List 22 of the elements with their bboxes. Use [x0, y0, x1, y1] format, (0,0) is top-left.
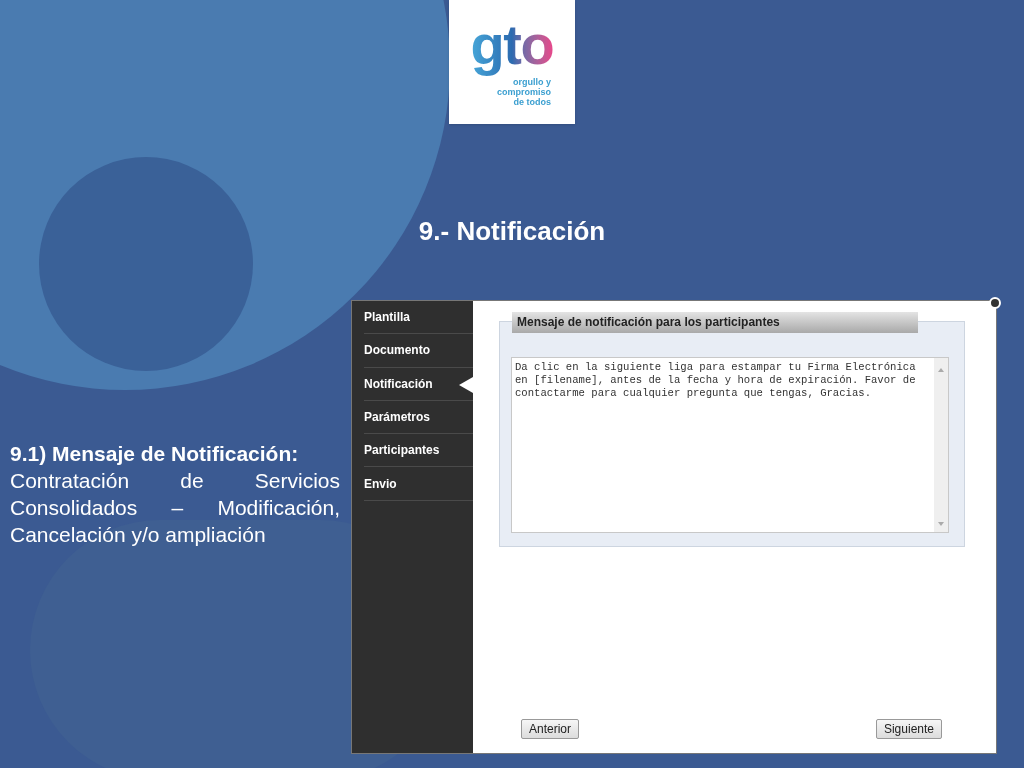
sidebar-item[interactable]: Documento: [364, 334, 473, 368]
message-field[interactable]: Da clic en la siguiente liga para estampar tu Firma Electrónica en [filename], antes de la fecha y hora de expiración. Favor de contactarme para cualquier pregunta que tengas, Gracias.: [511, 357, 949, 533]
slide-title: 9.- Notificación: [418, 215, 606, 248]
caption-text: Contratación de Servicios Consolidados – Modificación, Cancelación y/o ampliación: [10, 468, 340, 548]
sidebar-item[interactable]: Envio: [364, 467, 473, 501]
sidebar-item[interactable]: Notificación: [364, 367, 473, 401]
sidebar-item[interactable]: Parámetros: [364, 400, 473, 435]
close-icon[interactable]: [989, 297, 1001, 309]
logo-tagline: orgullo y: [513, 77, 551, 87]
nav-button[interactable]: Siguiente: [875, 719, 942, 739]
logo-tagline: de todos: [513, 97, 551, 107]
scrollbar[interactable]: [934, 358, 948, 532]
scroll-up-icon[interactable]: [938, 368, 944, 372]
caption-heading: 9.1) Mensaje de Notificación:: [10, 441, 300, 467]
scroll-down-icon[interactable]: [938, 522, 944, 526]
selection-pointer-icon: [459, 376, 473, 393]
panel-title: Mensaje de notificación para los participantes: [512, 312, 918, 333]
nav-button[interactable]: Anterior: [521, 719, 580, 739]
message-text: Da clic en la siguiente liga para estampar tu Firma Electrónica en [filename], antes de la fecha y hora de expiración. Favor de contactarme para cualquier pregunta que tengas, Gracias.: [514, 360, 917, 401]
sidebar-item[interactable]: Participantes: [364, 434, 473, 468]
logo-tagline: compromiso: [497, 87, 551, 97]
sidebar-item[interactable]: Plantilla: [364, 301, 473, 335]
